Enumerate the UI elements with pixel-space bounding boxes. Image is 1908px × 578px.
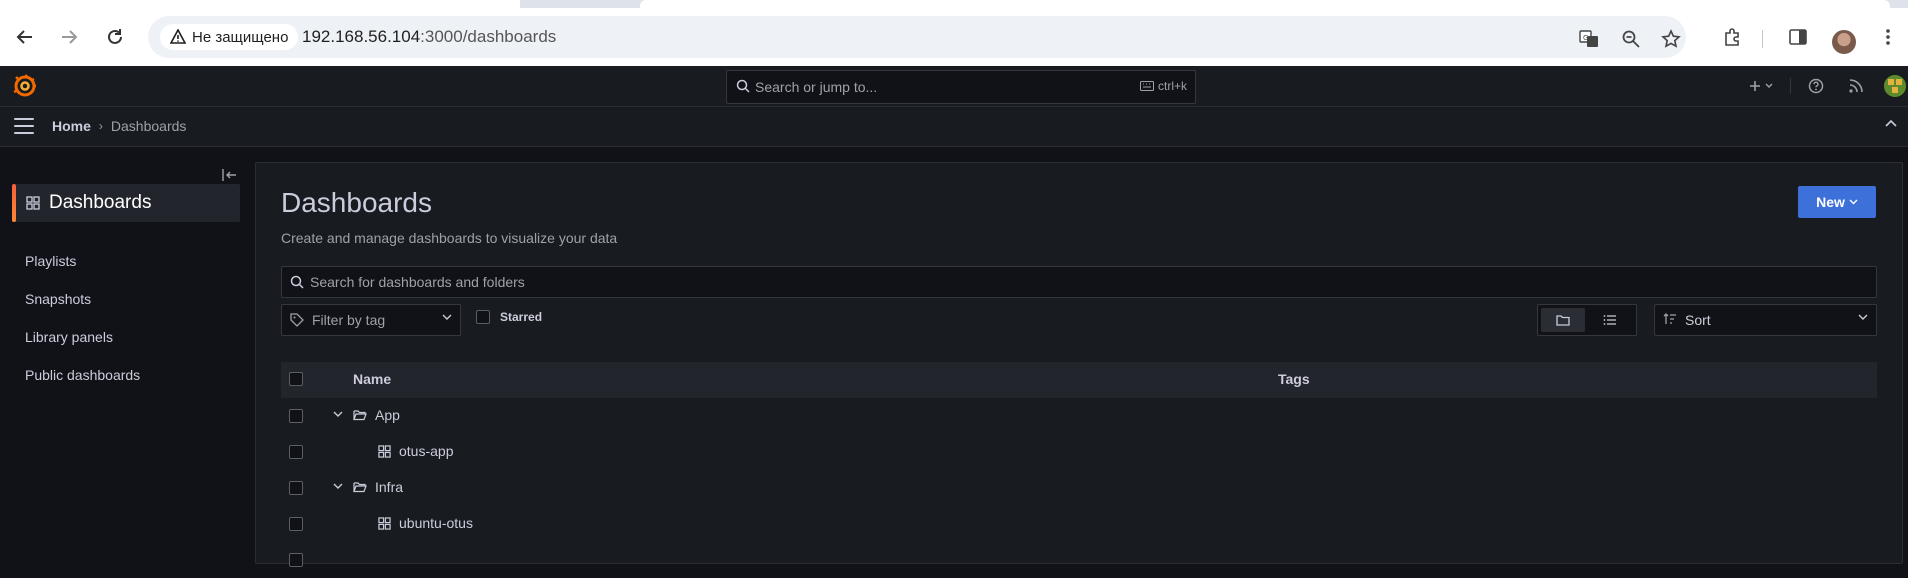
view-toggle: [1537, 304, 1637, 336]
folder-name[interactable]: Infra: [375, 479, 403, 495]
security-label: Не защищено: [192, 28, 289, 46]
sidebar-item-dashboards[interactable]: Dashboards: [12, 184, 240, 222]
section-nav: Dashboards Playlists Snapshots Library p…: [0, 147, 255, 552]
sort-placeholder: Sort: [1685, 312, 1711, 328]
breadcrumb-home[interactable]: Home: [52, 118, 91, 134]
list-view-button[interactable]: [1588, 308, 1632, 332]
table-header: Name Tags: [281, 362, 1877, 398]
table-row[interactable]: [281, 542, 1877, 578]
tag-filter-placeholder: Filter by tag: [312, 312, 386, 328]
column-header-name: Name: [353, 371, 392, 387]
sidebar-item-library-panels[interactable]: Library panels: [25, 329, 113, 345]
topbar-divider: [1790, 78, 1791, 94]
browser-toolbar: Не защищено 192.168.56.104:3000/dashboar…: [0, 8, 1908, 67]
new-button[interactable]: New: [1798, 186, 1876, 218]
news-feed-icon[interactable]: [1846, 76, 1866, 96]
apps-icon: [26, 196, 40, 210]
browser-tabstrip: [0, 0, 1908, 8]
breadcrumb: Home › Dashboards: [52, 118, 186, 134]
security-indicator[interactable]: Не защищено: [160, 24, 299, 50]
url-text[interactable]: 192.168.56.104:3000/dashboards: [302, 27, 556, 47]
toolbar-divider: [1762, 30, 1763, 48]
forward-icon[interactable]: [56, 24, 82, 50]
folder-name[interactable]: App: [375, 407, 400, 423]
chevron-down-icon: [442, 314, 452, 320]
warning-icon: [170, 29, 186, 44]
reload-icon[interactable]: [102, 24, 128, 50]
side-panel-icon[interactable]: [1786, 25, 1810, 49]
breadcrumb-bar: Home › Dashboards: [0, 107, 1908, 147]
dashboard-search-input[interactable]: Search for dashboards and folders: [281, 266, 1877, 298]
search-shortcut: ctrl+k: [1139, 79, 1187, 93]
keyboard-icon: [1139, 81, 1154, 91]
tag-filter-select[interactable]: Filter by tag: [281, 304, 461, 336]
global-search-placeholder: Search or jump to...: [755, 79, 878, 95]
list-icon: [1603, 315, 1616, 325]
global-search-input[interactable]: Search or jump to... ctrl+k: [726, 70, 1196, 104]
chevron-down-icon: [1849, 199, 1858, 205]
folder-view-button[interactable]: [1541, 308, 1585, 332]
dashboard-name[interactable]: otus-app: [399, 443, 453, 459]
starred-checkbox[interactable]: [476, 310, 490, 324]
main-panel: Dashboards Create and manage dashboards …: [255, 162, 1903, 567]
chevron-down-icon: [1858, 314, 1868, 320]
folder-open-icon: [353, 482, 367, 493]
table-row[interactable]: App: [281, 398, 1877, 434]
folder-icon: [1556, 315, 1570, 326]
dashboard-search-placeholder: Search for dashboards and folders: [310, 274, 525, 290]
chevron-right-icon: ›: [98, 119, 103, 133]
page-subtitle: Create and manage dashboards to visualiz…: [281, 230, 618, 246]
dashboard-icon: [378, 445, 391, 458]
sidebar-item-public-dashboards[interactable]: Public dashboards: [25, 367, 140, 383]
bookmark-star-icon[interactable]: [1660, 28, 1682, 50]
row-checkbox[interactable]: [289, 481, 303, 495]
starred-filter[interactable]: Starred: [476, 310, 542, 324]
address-bar[interactable]: Не защищено 192.168.56.104:3000/dashboar…: [148, 16, 1686, 58]
translate-icon[interactable]: G: [1578, 28, 1600, 50]
chevron-up-icon[interactable]: [1884, 117, 1898, 136]
sort-icon: [1663, 313, 1676, 324]
row-checkbox[interactable]: [289, 445, 303, 459]
back-icon[interactable]: [12, 24, 38, 50]
dashboard-icon: [378, 517, 391, 530]
table-row[interactable]: ubuntu-otus: [281, 506, 1877, 542]
table-row[interactable]: otus-app: [281, 434, 1877, 470]
sort-select[interactable]: Sort: [1654, 304, 1877, 336]
page-title: Dashboards: [281, 187, 432, 218]
tag-icon: [290, 313, 304, 327]
extensions-icon[interactable]: [1720, 25, 1744, 49]
sidebar-item-label: Dashboards: [49, 192, 152, 213]
sidebar-item-snapshots[interactable]: Snapshots: [25, 291, 91, 307]
add-new-icon[interactable]: [1746, 76, 1778, 96]
breadcrumb-current: Dashboards: [110, 118, 187, 134]
dashboard-name[interactable]: ubuntu-otus: [399, 515, 473, 531]
grafana-logo-icon[interactable]: [13, 74, 37, 98]
chevron-down-icon[interactable]: [333, 409, 343, 419]
chevron-down-icon[interactable]: [333, 481, 343, 491]
browser-tab[interactable]: [640, 0, 1890, 8]
active-indicator: [12, 184, 16, 222]
browser-active-tab[interactable]: [0, 0, 520, 8]
help-icon[interactable]: [1806, 76, 1826, 96]
grafana-topbar: Search or jump to... ctrl+k: [0, 66, 1908, 107]
starred-label: Starred: [500, 310, 543, 324]
column-header-tags: Tags: [1278, 371, 1310, 387]
select-all-checkbox[interactable]: [289, 372, 303, 386]
table-row[interactable]: Infra: [281, 470, 1877, 506]
search-icon: [736, 79, 750, 93]
profile-avatar[interactable]: [1832, 30, 1856, 54]
zoom-icon[interactable]: [1620, 28, 1642, 50]
user-avatar[interactable]: [1884, 75, 1906, 97]
browser-menu-icon[interactable]: [1876, 25, 1900, 49]
svg-text:G: G: [1583, 34, 1588, 42]
search-icon: [290, 275, 304, 289]
row-checkbox[interactable]: [289, 553, 303, 567]
sidebar-item-playlists[interactable]: Playlists: [25, 253, 76, 269]
folder-open-icon: [353, 410, 367, 421]
row-checkbox[interactable]: [289, 517, 303, 531]
row-checkbox[interactable]: [289, 409, 303, 423]
menu-icon[interactable]: [14, 118, 34, 134]
